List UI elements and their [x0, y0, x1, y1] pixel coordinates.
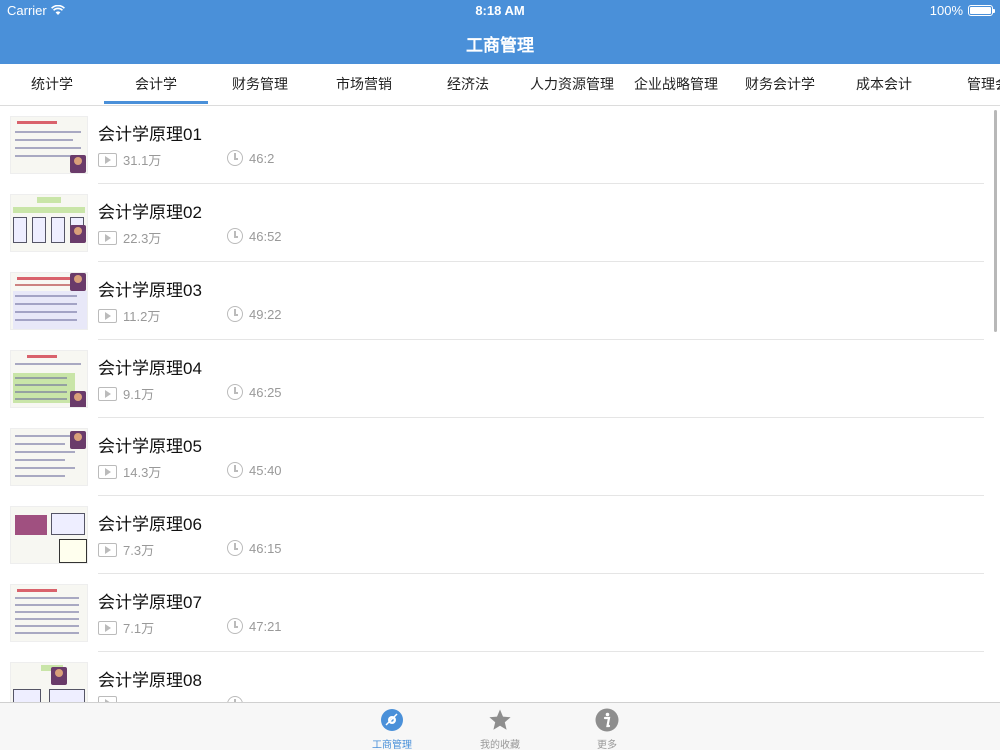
view-count-text: 11.2万	[123, 309, 161, 324]
tabbar-label: 工商管理	[372, 740, 412, 750]
duration: 46:52	[227, 228, 282, 244]
clock-icon	[227, 618, 243, 634]
duration-text: 49:22	[249, 306, 282, 322]
clock-icon	[227, 384, 243, 400]
video-title: 会计学原理07	[98, 593, 202, 612]
tab-category[interactable]: 统计学	[0, 64, 104, 105]
tabbar-item[interactable]: 更多	[562, 703, 652, 750]
battery-percent: 100%	[929, 3, 963, 18]
duration: 49:22	[227, 306, 282, 322]
tabbar-item[interactable]: 工商管理	[347, 703, 437, 750]
video-list-item[interactable]: 会计学原理07 7.1万 47:21	[0, 574, 1000, 652]
video-title: 会计学原理04	[98, 359, 202, 378]
play-count-icon	[98, 308, 117, 323]
star-icon	[488, 708, 512, 732]
play-count-icon	[98, 464, 117, 479]
play-count-icon	[98, 230, 117, 245]
video-list-item[interactable]: 会计学原理05 14.3万 45:40	[0, 418, 1000, 496]
view-count-text: 7.3万	[123, 543, 155, 558]
navigation-bar: 工商管理	[0, 20, 1000, 64]
view-count: 7.1万	[98, 618, 154, 637]
view-count-text: 7.1万	[123, 621, 155, 636]
view-count-text: 22.3万	[123, 231, 162, 246]
video-title: 会计学原理03	[98, 281, 202, 300]
video-thumbnail	[10, 272, 88, 330]
video-list-item[interactable]: 会计学原理01 31.1万 46:2	[0, 106, 1000, 184]
duration: 45:40	[227, 462, 282, 478]
duration: 46:15	[227, 540, 282, 556]
video-thumbnail	[10, 350, 88, 408]
clock-icon	[227, 150, 243, 166]
play-count-icon	[98, 152, 117, 167]
video-thumbnail	[10, 506, 88, 564]
clock-icon	[227, 228, 243, 244]
view-count: 9.1万	[98, 384, 154, 403]
disc-icon	[380, 708, 404, 732]
view-count: 22.3万	[98, 228, 161, 247]
play-count-icon	[98, 386, 117, 401]
duration-text: 46:15	[249, 540, 282, 556]
active-tab-indicator	[104, 101, 208, 104]
view-count: 11.2万	[98, 306, 160, 325]
tabbar-label: 我的收藏	[480, 740, 520, 750]
status-bar: Carrier 8:18 AM 100%	[0, 0, 1000, 20]
video-title: 会计学原理08	[98, 671, 202, 690]
tab-category[interactable]: 会计学	[104, 64, 208, 105]
tabbar-label: 更多	[597, 740, 617, 750]
video-list-item[interactable]: 会计学原理06 7.3万 46:15	[0, 496, 1000, 574]
video-title: 会计学原理02	[98, 203, 202, 222]
bottom-tab-bar: 工商管理 我的收藏 更多	[0, 702, 1000, 750]
video-list-item[interactable]: 会计学原理03 11.2万 49:22	[0, 262, 1000, 340]
tab-category[interactable]: 经济法	[416, 64, 520, 105]
video-title: 会计学原理05	[98, 437, 202, 456]
video-list-item[interactable]: 会计学原理02 22.3万 46:52	[0, 184, 1000, 262]
view-count: 7.3万	[98, 540, 154, 559]
view-count-text: 9.1万	[123, 387, 155, 402]
video-list-item[interactable]: 会计学原理08	[0, 652, 1000, 702]
video-list-item[interactable]: 会计学原理04 9.1万 46:25	[0, 340, 1000, 418]
video-thumbnail	[10, 584, 88, 642]
info-icon	[595, 708, 619, 732]
video-title: 会计学原理06	[98, 515, 202, 534]
tab-category[interactable]: 财务管理	[208, 64, 312, 105]
app-window: Carrier 8:18 AM 100% 工商管理 统计学 会计学 财务管理 市场营销…	[0, 0, 1000, 750]
tab-category[interactable]: 企业战略管理	[624, 64, 728, 105]
tab-category[interactable]: 成本会计	[832, 64, 936, 105]
list-scrollbar[interactable]	[994, 110, 997, 332]
duration-text: 46:2	[249, 150, 275, 166]
duration: 46:2	[227, 150, 274, 166]
tab-category[interactable]: 人力资源管理	[520, 64, 624, 105]
play-count-icon	[98, 620, 117, 635]
video-thumbnail	[10, 116, 88, 174]
tab-category[interactable]: 管理会	[936, 64, 1000, 105]
play-count-icon	[98, 542, 117, 557]
clock-icon	[227, 540, 243, 556]
tab-category[interactable]: 财务会计学	[728, 64, 832, 105]
duration-text: 46:52	[249, 228, 282, 244]
tabbar-item[interactable]: 我的收藏	[455, 703, 545, 750]
duration: 47:21	[227, 618, 282, 634]
duration-text: 46:25	[249, 384, 282, 400]
view-count: 31.1万	[98, 150, 161, 169]
battery-status: 100%	[929, 3, 995, 18]
view-count-text: 31.1万	[123, 153, 162, 168]
clock: 8:18 AM	[475, 3, 525, 18]
category-tabs: 统计学 会计学 财务管理 市场营销 经济法 人力资源管理 企业战略管理 财务会计学 成本会计 管理…	[0, 64, 1000, 106]
duration-text: 47:21	[249, 618, 282, 634]
video-title: 会计学原理01	[98, 125, 202, 144]
video-list[interactable]: 会计学原理01 31.1万 46:2 会计学原理02 22.3万 46:52 会计学原理03…	[0, 106, 1000, 702]
view-count-text: 14.3万	[123, 465, 162, 480]
video-thumbnail	[10, 194, 88, 252]
clock-icon	[227, 306, 243, 322]
video-thumbnail	[10, 428, 88, 486]
tab-category[interactable]: 市场营销	[312, 64, 416, 105]
page-title: 工商管理	[466, 36, 534, 55]
duration: 46:25	[227, 384, 282, 400]
video-thumbnail	[10, 662, 88, 702]
duration-text: 45:40	[249, 462, 282, 478]
battery-icon	[968, 5, 995, 16]
view-count: 14.3万	[98, 462, 161, 481]
clock-icon	[227, 462, 243, 478]
